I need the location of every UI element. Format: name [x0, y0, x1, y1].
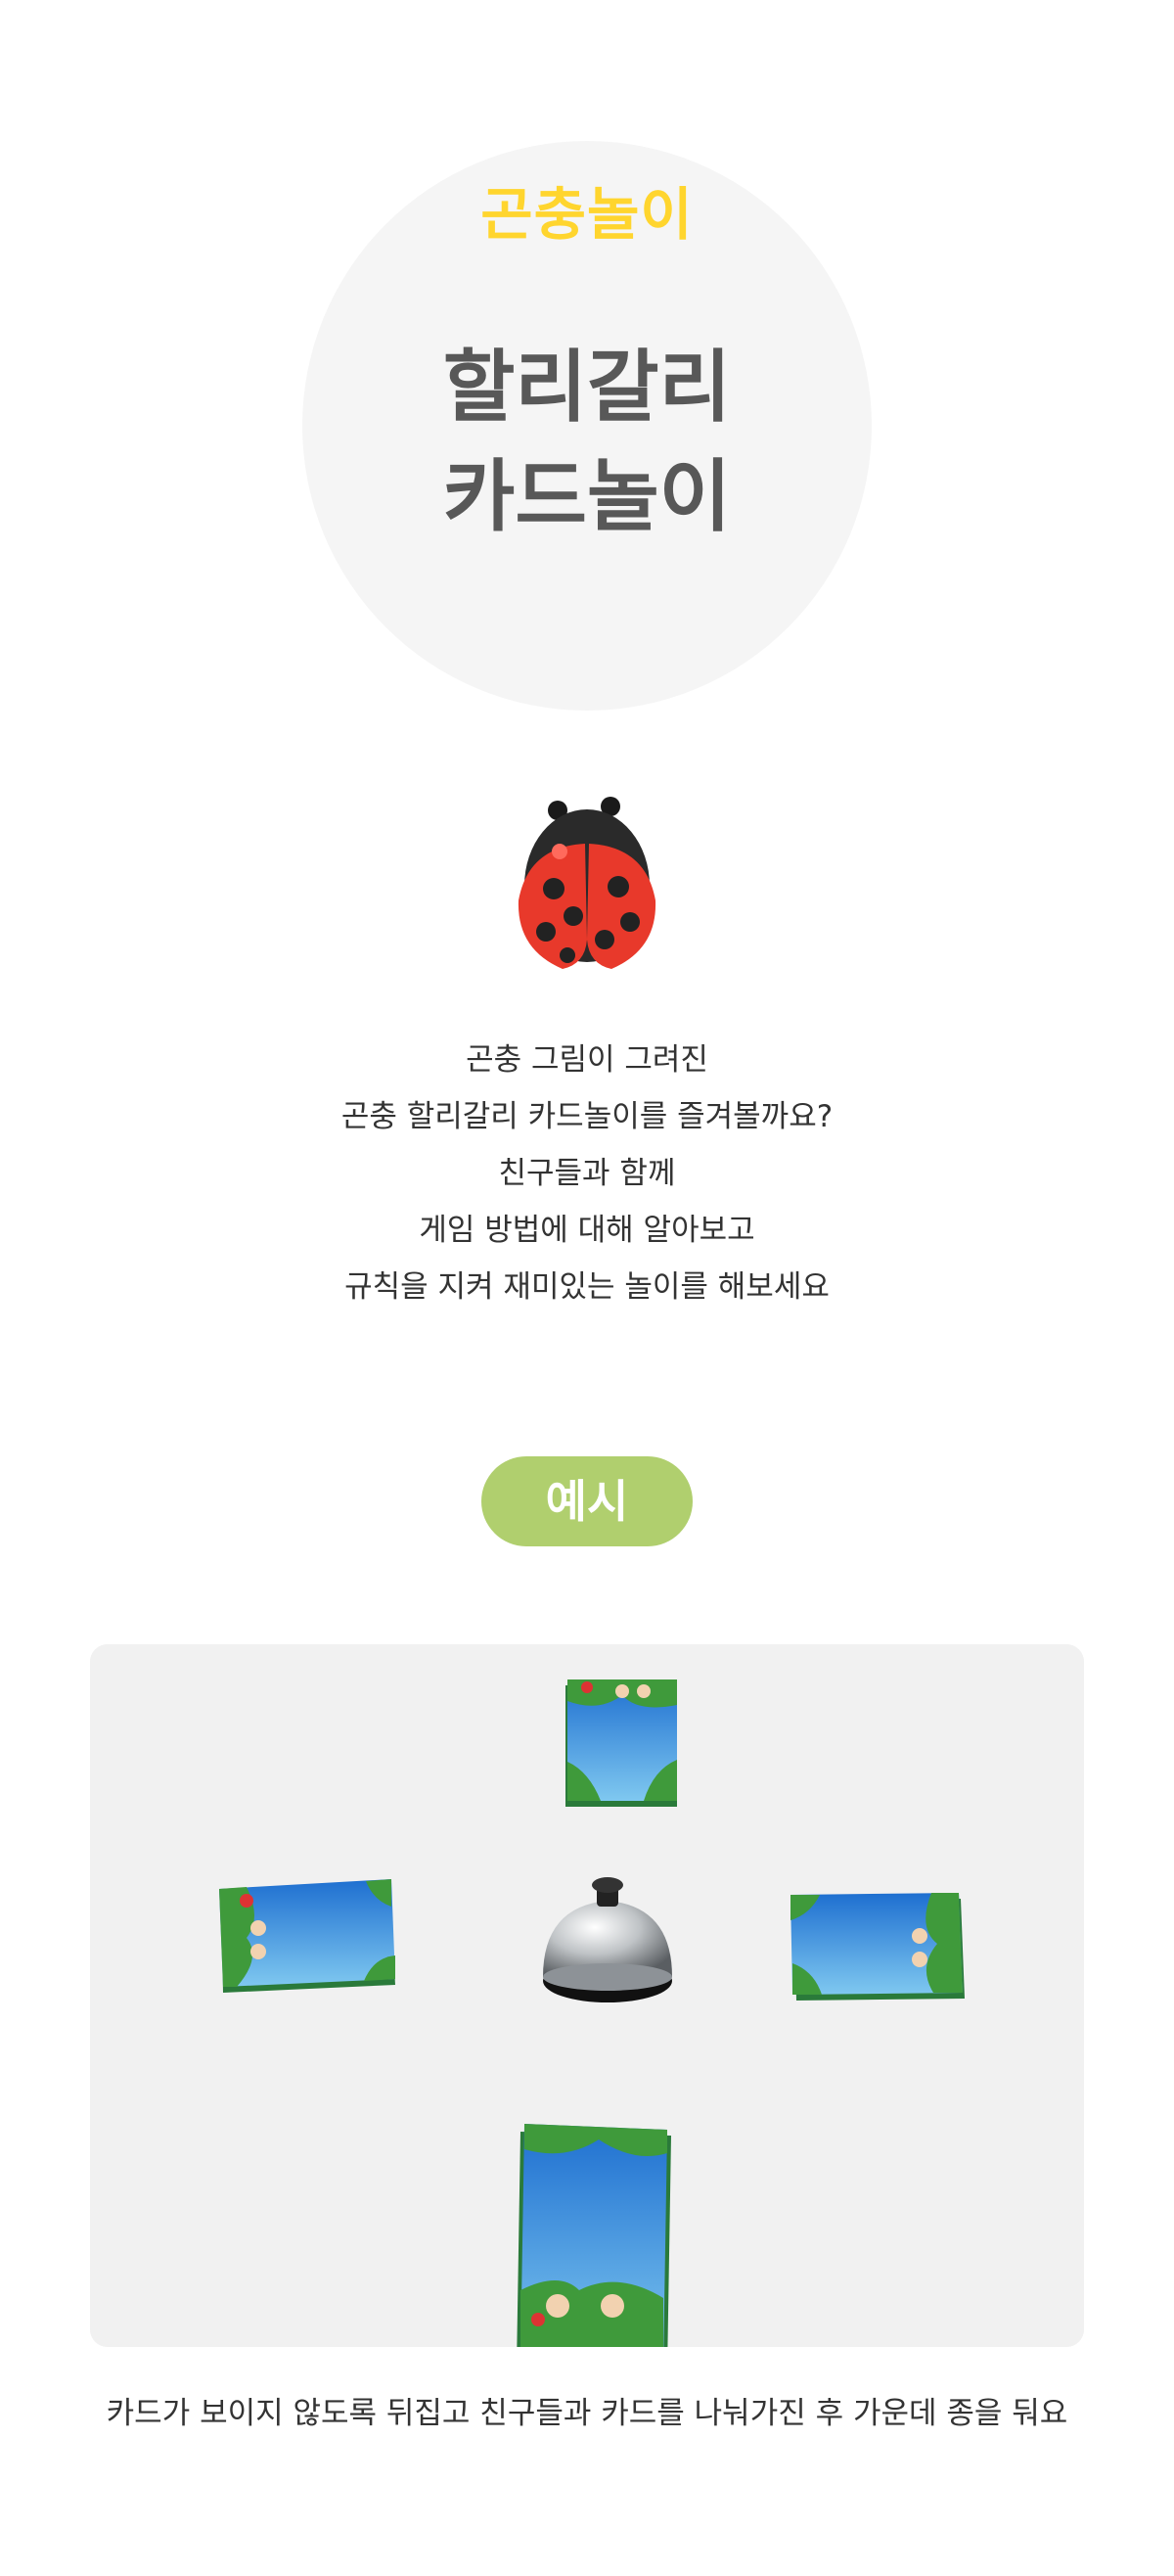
intro-line: 규칙을 지켜 재미있는 놀이를 해보세요 — [344, 1269, 830, 1305]
example-badge: 예시 — [481, 1456, 693, 1546]
card-stack-right — [790, 1893, 965, 2001]
card-stack-bottom — [517, 2124, 671, 2347]
example-caption: 카드가 보이지 않도록 뒤집고 친구들과 카드를 나눠가진 후 가운데 종을 둬… — [106, 2396, 1068, 2431]
intro-description: 곤충 그림이 그려진 곤충 할리갈리 카드놀이를 즐겨볼까요? 친구들과 함께 … — [0, 1032, 1174, 1315]
example-photo — [90, 1644, 1084, 2347]
card-stack-left — [219, 1879, 395, 1993]
category-label: 곤충놀이 — [480, 181, 694, 248]
intro-line: 곤충 그림이 그려진 — [466, 1042, 708, 1078]
page-title-line1: 할리갈리 — [442, 342, 732, 433]
page-title-line2: 카드놀이 — [442, 451, 732, 542]
ladybug-icon — [509, 793, 665, 979]
card-stack-top — [565, 1679, 677, 1807]
intro-line: 곤충 할리갈리 카드놀이를 즐겨볼까요? — [340, 1099, 834, 1134]
intro-line: 친구들과 함께 — [498, 1156, 676, 1191]
intro-line: 게임 방법에 대해 알아보고 — [419, 1213, 755, 1248]
